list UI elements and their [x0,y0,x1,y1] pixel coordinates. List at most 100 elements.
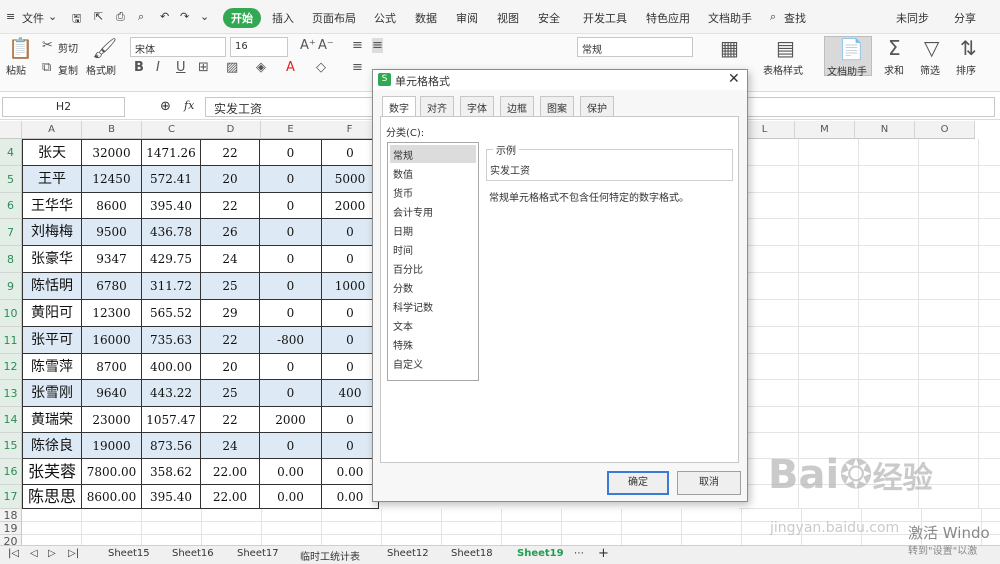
tab-review[interactable]: 审阅 [456,10,478,26]
name-cell[interactable]: 张芙蓉 [22,459,82,485]
empty-cell[interactable] [739,166,799,193]
empty-cell[interactable] [799,166,859,193]
data-cell[interactable]: 1000 [322,273,379,300]
data-cell[interactable]: 1057.47 [142,407,201,433]
font-size-select[interactable]: 16 [230,37,288,57]
empty-cell[interactable] [682,522,742,535]
underline-button[interactable]: U [176,60,186,75]
fx-button[interactable]: fx [184,99,194,112]
name-cell[interactable]: 黄瑞荣 [22,407,82,433]
name-cell[interactable]: 陈思思 [22,485,82,509]
data-cell[interactable]: 395.40 [142,485,201,509]
filter-icon[interactable]: ▽ [924,36,939,60]
format-painter-icon[interactable]: 🖌 [92,36,117,60]
empty-cell[interactable] [859,327,919,354]
tab-formulas[interactable]: 公式 [374,10,396,26]
tab-view[interactable]: 视图 [497,10,519,26]
data-cell[interactable]: 2000 [322,193,379,219]
paste-icon[interactable]: 📋 [8,36,33,60]
name-box[interactable]: H2 [2,97,125,117]
data-cell[interactable]: 311.72 [142,273,201,300]
data-cell[interactable]: 358.62 [142,459,201,485]
empty-cell[interactable] [739,327,799,354]
empty-cell[interactable] [979,407,1000,433]
empty-cell[interactable] [442,522,502,535]
row-header[interactable]: 5 [0,166,22,193]
sheet-tab[interactable]: Sheet18 [451,548,493,559]
empty-cell[interactable] [682,509,742,522]
empty-cell[interactable] [82,509,142,522]
tab-font[interactable]: 字体 [460,96,494,116]
data-cell[interactable]: 400.00 [142,354,201,380]
column-header[interactable]: B [82,121,142,139]
data-cell[interactable]: 8600 [82,193,142,219]
category-item[interactable]: 常规 [390,145,476,163]
row-header[interactable]: 13 [0,380,22,407]
decrease-font-icon[interactable]: A⁻ [318,38,334,53]
empty-cell[interactable] [739,354,799,380]
tab-border[interactable]: 边框 [500,96,534,116]
row-header[interactable]: 6 [0,193,22,219]
empty-cell[interactable] [322,522,382,535]
category-item[interactable]: 会计专用 [390,202,476,220]
category-item[interactable]: 数值 [390,164,476,182]
data-cell[interactable]: 23000 [82,407,142,433]
data-cell[interactable]: 9347 [82,246,142,273]
close-icon[interactable]: ✕ [728,71,740,87]
bold-button[interactable]: B [134,60,144,75]
data-cell[interactable]: 5000 [322,166,379,193]
empty-cell[interactable] [859,300,919,327]
copy-button[interactable]: 复制 [58,62,78,77]
empty-cell[interactable] [979,246,1000,273]
data-cell[interactable]: 25 [201,273,260,300]
data-cell[interactable]: 0.00 [322,485,379,509]
name-cell[interactable]: 张平可 [22,327,82,354]
zoom-icon[interactable]: ⊕ [160,99,171,114]
data-cell[interactable]: 22 [201,193,260,219]
empty-cell[interactable] [979,139,1000,166]
fill-color-icon[interactable]: ▨ [226,60,238,75]
add-sheet-button[interactable]: + [598,546,609,561]
category-item[interactable]: 百分比 [390,259,476,277]
data-cell[interactable]: 16000 [82,327,142,354]
empty-cell[interactable] [919,300,979,327]
name-cell[interactable]: 王平 [22,166,82,193]
row-header[interactable]: 18 [0,509,22,522]
empty-cell[interactable] [979,273,1000,300]
data-cell[interactable]: 0 [322,354,379,380]
number-format-select[interactable]: 常规 [577,37,693,57]
empty-cell[interactable] [739,219,799,246]
align-top-icon[interactable]: ≡ [352,38,363,53]
empty-cell[interactable] [202,522,262,535]
category-item[interactable]: 时间 [390,240,476,258]
first-sheet-icon[interactable]: |◁ [8,548,19,559]
chevron-down-icon[interactable]: ⌄ [48,10,57,23]
empty-cell[interactable] [142,522,202,535]
empty-cell[interactable] [799,407,859,433]
empty-cell[interactable] [979,166,1000,193]
empty-cell[interactable] [202,509,262,522]
row-header[interactable]: 11 [0,327,22,354]
data-cell[interactable]: 572.41 [142,166,201,193]
data-cell[interactable]: 20 [201,166,260,193]
paint-bucket-icon[interactable]: ◈ [256,60,266,75]
clear-icon[interactable]: ◇ [316,60,326,75]
data-cell[interactable]: 395.40 [142,193,201,219]
copy-icon[interactable]: ⧉ [42,60,51,75]
empty-cell[interactable] [799,380,859,407]
empty-cell[interactable] [979,485,1000,509]
data-cell[interactable]: 24 [201,433,260,459]
empty-cell[interactable] [739,407,799,433]
row-header[interactable]: 8 [0,246,22,273]
empty-cell[interactable] [979,380,1000,407]
empty-cell[interactable] [739,300,799,327]
data-cell[interactable]: 12300 [82,300,142,327]
row-header[interactable]: 12 [0,354,22,380]
empty-cell[interactable] [739,380,799,407]
empty-cell[interactable] [142,509,202,522]
empty-cell[interactable] [919,354,979,380]
preview-icon[interactable]: ⌕ [138,10,144,24]
data-cell[interactable]: 22 [201,327,260,354]
empty-cell[interactable] [859,193,919,219]
empty-cell[interactable] [979,433,1000,459]
